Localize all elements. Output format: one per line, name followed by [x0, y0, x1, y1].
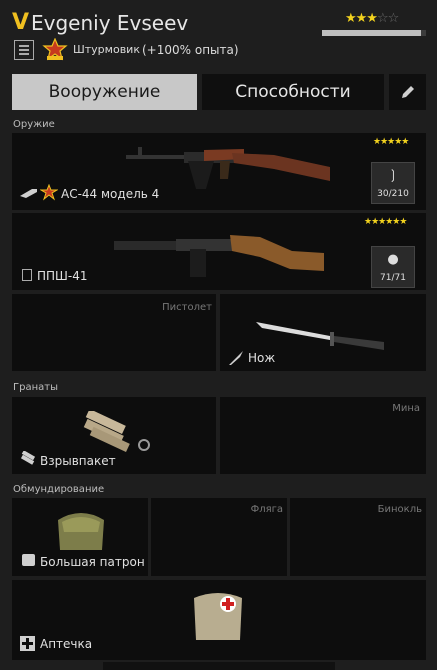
secondary-weapon-slot[interactable]: ППШ-41 ★★★★★★ ● 71/71	[12, 213, 426, 290]
medkit-type-icon	[20, 636, 35, 651]
soldier-name: Evgeniy Evseev	[31, 11, 189, 35]
primary-weapon-slot[interactable]: АС-44 модель 4 ★★★★★ ❳ 30/210	[12, 133, 426, 210]
edit-button[interactable]	[389, 74, 426, 110]
bottom-bar	[103, 662, 335, 670]
mine-hint: Мина	[392, 403, 420, 414]
knife-type-icon	[229, 351, 243, 365]
grenade-name: Взрывпакет	[40, 454, 116, 468]
secondary-quality-stars: ★★★★★★	[364, 217, 407, 227]
stars-filled: ★★★	[345, 11, 378, 26]
tab-abilities[interactable]: Способности	[202, 74, 384, 110]
medkit-slot[interactable]: Аптечка	[12, 580, 426, 660]
list-icon	[22, 269, 32, 281]
secondary-ammo-count: 71/71	[380, 273, 406, 283]
tab-weapons[interactable]: Вооружение	[12, 74, 197, 110]
medkit-name: Аптечка	[40, 637, 93, 651]
rank-letter: V	[12, 10, 30, 35]
knife-image	[256, 322, 384, 350]
soldier-progress-bar	[322, 30, 426, 36]
exp-bonus: (+100% опыта)	[142, 43, 239, 57]
grenade-slot[interactable]: Взрывпакет	[12, 397, 216, 474]
soldier-progress-fill	[322, 30, 421, 36]
grenade-type-icon	[20, 451, 36, 465]
melee-weapon-name: Нож	[248, 351, 276, 365]
flask-slot[interactable]: Фляга	[151, 498, 287, 576]
primary-ammo-box[interactable]: ❳ 30/210	[371, 162, 415, 204]
rifle-type-icon	[20, 189, 37, 198]
bag-type-icon	[22, 554, 35, 566]
rank-badge-icon	[42, 38, 68, 61]
binocular-hint: Бинокль	[377, 504, 422, 515]
secondary-ammo-box[interactable]: ● 71/71	[371, 246, 415, 288]
sidearm-slot[interactable]: Пистолет	[12, 294, 216, 371]
curved-magazine-icon: ❳	[387, 168, 399, 183]
medkit-image	[194, 593, 242, 640]
soldier-level-stars: ★★★☆☆	[345, 11, 399, 26]
sidearm-hint: Пистолет	[162, 302, 212, 313]
section-weapons-label: Оружие	[13, 119, 55, 130]
primary-weapon-name: АС-44 модель 4	[61, 187, 160, 201]
class-list-icon	[14, 40, 34, 60]
secondary-weapon-name: ППШ-41	[37, 269, 88, 283]
backpack-slot[interactable]: Большая патрон	[12, 498, 148, 576]
smg-image	[114, 235, 324, 277]
binocular-slot[interactable]: Бинокль	[290, 498, 426, 576]
flask-hint: Фляга	[250, 504, 283, 515]
drum-magazine-icon: ●	[387, 252, 399, 267]
ammo-bag-image	[58, 513, 104, 550]
melee-slot[interactable]: Нож	[220, 294, 426, 371]
section-grenades-label: Гранаты	[13, 382, 58, 393]
primary-quality-stars: ★★★★★	[373, 137, 409, 147]
mine-slot[interactable]: Мина	[220, 397, 426, 474]
pencil-icon	[402, 86, 414, 98]
explosive-pack-image	[83, 411, 150, 452]
soldier-class: Штурмовик	[73, 43, 140, 56]
backpack-name: Большая патрон	[40, 555, 145, 569]
rank-badge-icon	[40, 184, 58, 201]
primary-ammo-count: 30/210	[377, 189, 409, 199]
section-equipment-label: Обмундирование	[13, 484, 105, 495]
stars-empty: ☆☆	[376, 11, 399, 26]
